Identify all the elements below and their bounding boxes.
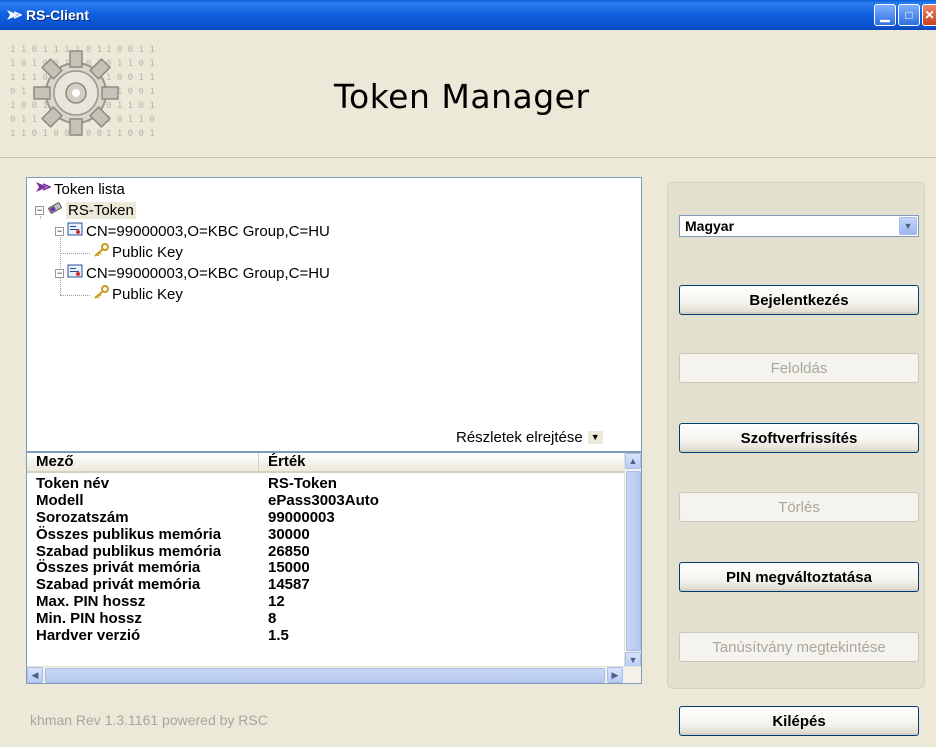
table-row[interactable]: Token név RS-Token — [27, 475, 625, 492]
certificate-icon — [67, 222, 83, 240]
language-selected-value: Magyar — [685, 218, 735, 234]
field-cell: Összes privát memória — [36, 559, 201, 577]
value-cell: 15000 — [268, 559, 310, 577]
page-title: Token Manager — [334, 77, 590, 116]
app-icon — [6, 7, 22, 23]
token-tree[interactable]: Token lista − RS-Token − CN=99000003,O=K… — [26, 177, 642, 452]
table-header: Mező Érték — [27, 453, 625, 473]
field-cell: Szabad publikus memória — [36, 542, 222, 560]
token-list-icon — [35, 180, 52, 198]
title-bar[interactable]: RS-Client ▁ □ ✕ — [0, 0, 936, 30]
field-cell: Sorozatszám — [36, 508, 129, 526]
details-toggle-label: Részletek elrejtése — [456, 428, 583, 446]
scroll-up-icon[interactable]: ▲ — [625, 453, 641, 469]
chevron-down-icon[interactable]: ▼ — [899, 217, 917, 235]
svg-text:1 1 0 1 1 1 1 0 1: 1 1 0 1 1 1 1 0 1 — [10, 45, 102, 55]
tree-item-public-key-2[interactable]: Public Key — [93, 284, 183, 304]
field-cell: Szabad privát memória — [36, 576, 201, 594]
svg-text:1 1 0 1 0 0 1 0 0: 1 1 0 1 0 0 1 0 0 — [10, 129, 102, 139]
collapse-toggle[interactable]: − — [35, 205, 44, 215]
field-cell: Max. PIN hossz — [36, 593, 146, 611]
value-cell: 99000003 — [268, 508, 335, 526]
tree-root-label: Token lista — [54, 180, 125, 198]
value-cell: 26850 — [268, 542, 310, 560]
close-button[interactable]: ✕ — [922, 4, 936, 26]
header-banner: 1 1 0 1 1 1 1 0 1 1 0 1 0 0 1 1 0 1 1 1 … — [0, 30, 936, 158]
field-cell: Token név — [36, 475, 110, 492]
value-cell: ePass3003Auto — [268, 491, 379, 509]
tree-item-public-key-1[interactable]: Public Key — [93, 242, 183, 262]
field-cell: Hardver verzió — [36, 627, 141, 645]
column-header-value[interactable]: Érték — [259, 453, 625, 471]
value-cell: 12 — [268, 593, 285, 611]
maximize-button[interactable]: □ — [898, 4, 920, 26]
table-body: Token név RS-Token Modell ePass3003Auto Soro… — [27, 475, 625, 644]
column-header-field[interactable]: Mező — [27, 453, 259, 471]
delete-button[interactable]: Törlés — [679, 492, 919, 522]
certificate-icon — [67, 264, 83, 282]
value-cell: 30000 — [268, 525, 310, 543]
tree-item-cert-1[interactable]: − CN=99000003,O=KBC Group,C=HU — [55, 221, 330, 241]
value-cell: 14587 — [268, 576, 310, 594]
tree-item-rs-token[interactable]: − RS-Token — [35, 200, 136, 220]
unlock-button[interactable]: Feloldás — [679, 353, 919, 383]
tree-item-cert-2[interactable]: − CN=99000003,O=KBC Group,C=HU — [55, 263, 330, 283]
scroll-left-icon[interactable]: ◀ — [27, 667, 43, 683]
table-row[interactable]: Max. PIN hossz 12 — [27, 593, 625, 610]
table-row[interactable]: Szabad privát memória 14587 — [27, 576, 625, 593]
value-cell: 1.5 — [268, 627, 289, 645]
tree-key-label: Public Key — [112, 243, 183, 261]
scroll-thumb[interactable] — [45, 668, 605, 683]
scroll-right-icon[interactable]: ▶ — [607, 667, 623, 683]
tree-token-label: RS-Token — [66, 201, 136, 219]
svg-text:1 0 0 1 1: 1 0 0 1 1 — [106, 45, 155, 55]
key-icon — [93, 285, 109, 303]
minimize-button[interactable]: ▁ — [874, 4, 896, 26]
software-update-button[interactable]: Szoftverfrissítés — [679, 423, 919, 453]
svg-text:1 0 1 1 0: 1 0 1 1 0 — [106, 115, 155, 125]
scroll-thumb[interactable] — [626, 471, 641, 651]
collapse-toggle[interactable]: − — [55, 268, 64, 278]
tree-cert-label: CN=99000003,O=KBC Group,C=HU — [86, 222, 330, 240]
details-table[interactable]: Mező Érték Token név RS-Token Modell ePass3… — [26, 452, 642, 684]
value-cell: 8 — [268, 610, 277, 628]
tree-item-token-list[interactable]: Token lista — [35, 179, 125, 199]
vertical-scrollbar[interactable]: ▲ ▼ — [624, 453, 641, 668]
language-select[interactable]: Magyar ▼ — [679, 215, 919, 237]
table-row[interactable]: Min. PIN hossz 8 — [27, 610, 625, 627]
field-cell: Összes publikus memória — [36, 525, 222, 543]
table-row[interactable]: Sorozatszám 99000003 — [27, 509, 625, 526]
details-toggle[interactable]: Részletek elrejtése ▼ — [456, 428, 604, 446]
table-row[interactable]: Modell ePass3003Auto — [27, 492, 625, 509]
change-pin-button[interactable]: PIN megváltoztatása — [679, 562, 919, 592]
login-button[interactable]: Bejelentkezés — [679, 285, 919, 315]
horizontal-scrollbar[interactable]: ◀ ▶ — [27, 666, 641, 683]
gear-logo-icon: 1 1 0 1 1 1 1 0 1 1 0 1 0 0 1 1 0 1 1 1 … — [6, 38, 196, 148]
collapse-toggle[interactable]: − — [55, 226, 64, 236]
exit-button[interactable]: Kilépés — [679, 706, 919, 736]
view-certificate-button[interactable]: Tanúsítvány megtekintése — [679, 632, 919, 662]
svg-text:0 1 1 0 1: 0 1 1 0 1 — [106, 101, 155, 111]
key-icon — [93, 243, 109, 261]
svg-text:1 1 0 0 1: 1 1 0 0 1 — [106, 129, 155, 139]
svg-text:1 0 0 1 1: 1 0 0 1 1 — [106, 73, 155, 83]
table-row[interactable]: Összes publikus memória 30000 — [27, 526, 625, 543]
table-row[interactable]: Hardver verzió 1.5 — [27, 627, 625, 644]
tree-key-label: Public Key — [112, 285, 183, 303]
version-label: khman Rev 1.3.1161 powered by RSC — [30, 712, 268, 728]
table-row[interactable]: Összes privát memória 15000 — [27, 559, 625, 577]
field-cell: Modell — [36, 491, 84, 509]
svg-text:0 1 1 0 1: 0 1 1 0 1 — [106, 59, 155, 69]
tree-cert-label: CN=99000003,O=KBC Group,C=HU — [86, 264, 330, 282]
usb-token-icon — [47, 200, 63, 220]
chevron-down-icon[interactable]: ▼ — [586, 429, 604, 445]
table-row[interactable]: Szabad publikus memória 26850 — [27, 543, 625, 560]
window-title: RS-Client — [26, 7, 89, 23]
field-cell: Min. PIN hossz — [36, 610, 142, 628]
value-cell: RS-Token — [268, 475, 337, 492]
